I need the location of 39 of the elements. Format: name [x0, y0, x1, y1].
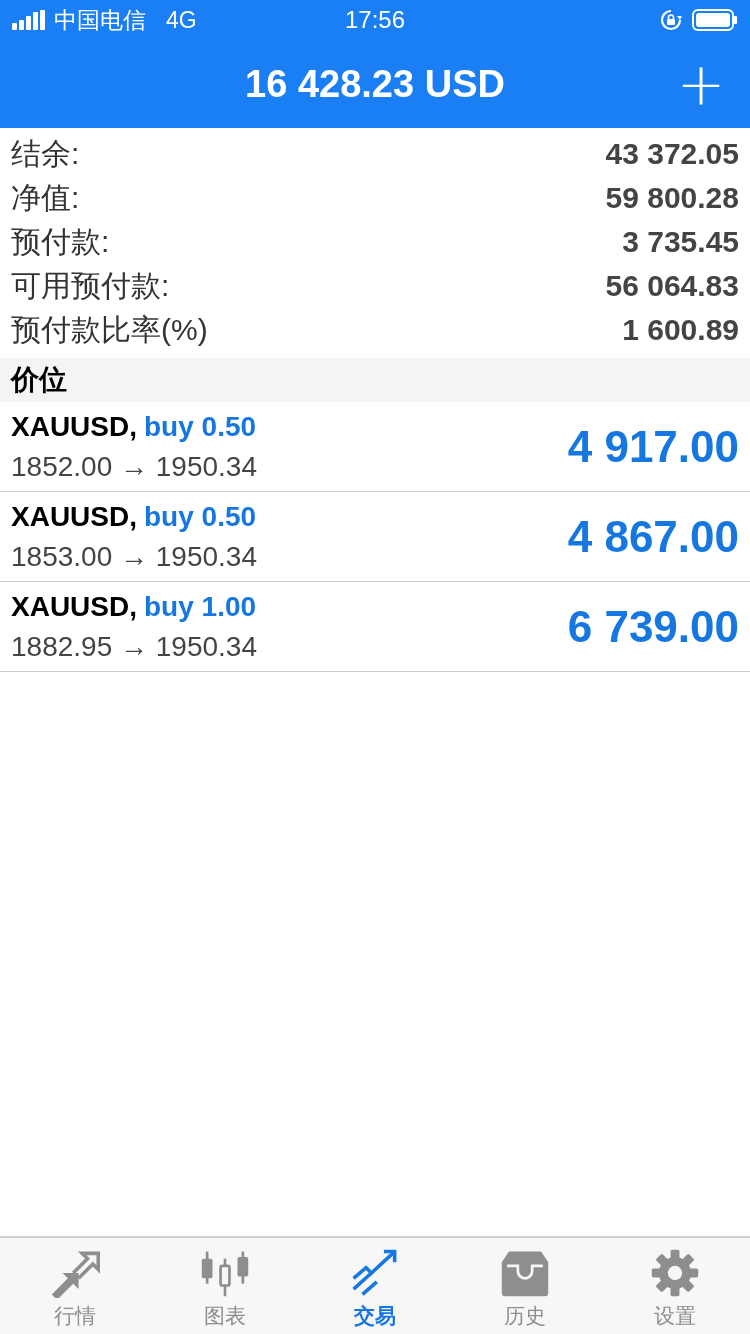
position-row[interactable]: XAUUSD, buy 0.50 1853.00 → 1950.34 4 867.00 — [0, 492, 750, 582]
add-button[interactable]: + — [676, 55, 726, 113]
order-type: buy 0.50 — [144, 500, 257, 533]
summary-label: 可用预付款: — [11, 267, 170, 304]
tab[interactable]: 行情 — [0, 1238, 150, 1334]
order-type: buy 1.00 — [144, 590, 257, 623]
order-type: buy 0.50 — [144, 410, 257, 443]
position-row[interactable]: XAUUSD, buy 0.50 1852.00 → 1950.34 4 917.00 — [0, 402, 750, 492]
summary-value: 56 064.83 — [605, 269, 739, 303]
status-time: 17:56 — [343, 6, 407, 34]
carrier-name: 中国电信 — [54, 5, 146, 35]
symbol-name: XAUUSD, — [11, 410, 137, 443]
summary-label: 结余: — [11, 135, 80, 172]
signal-icon — [12, 10, 46, 30]
rotation-lock-icon — [660, 9, 682, 31]
profit-value: 4 917.00 — [567, 421, 739, 472]
price-range: 1853.00 → 1950.34 — [11, 540, 257, 573]
balance-title: 16 428.23 USD — [245, 62, 505, 106]
symbol-name: XAUUSD, — [11, 500, 137, 533]
tab[interactable]: 图表 — [150, 1238, 300, 1334]
section-title: 价位 — [11, 363, 67, 397]
summary-label: 预付款: — [11, 223, 110, 260]
summary-value: 1 600.89 — [622, 313, 739, 347]
summary-value: 59 800.28 — [605, 181, 739, 215]
price-range: 1882.95 → 1950.34 — [11, 630, 257, 663]
price-range: 1852.00 → 1950.34 — [11, 450, 257, 483]
tab[interactable]: 交易 — [300, 1238, 450, 1334]
tab[interactable]: 历史 — [450, 1238, 600, 1334]
summary-label: 净值: — [11, 179, 80, 216]
summary-value: 3 735.45 — [622, 225, 739, 259]
network-type: 4G — [166, 6, 197, 34]
profit-value: 4 867.00 — [567, 511, 739, 562]
position-row[interactable]: XAUUSD, buy 1.00 1882.95 → 1950.34 6 739.00 — [0, 582, 750, 672]
summary-value: 43 372.05 — [605, 137, 739, 171]
symbol-name: XAUUSD, — [11, 590, 137, 623]
battery-icon — [692, 9, 738, 31]
summary-label: 预付款比率(%) — [11, 311, 208, 348]
tab[interactable]: 设置 — [600, 1238, 750, 1334]
profit-value: 6 739.00 — [567, 601, 739, 652]
